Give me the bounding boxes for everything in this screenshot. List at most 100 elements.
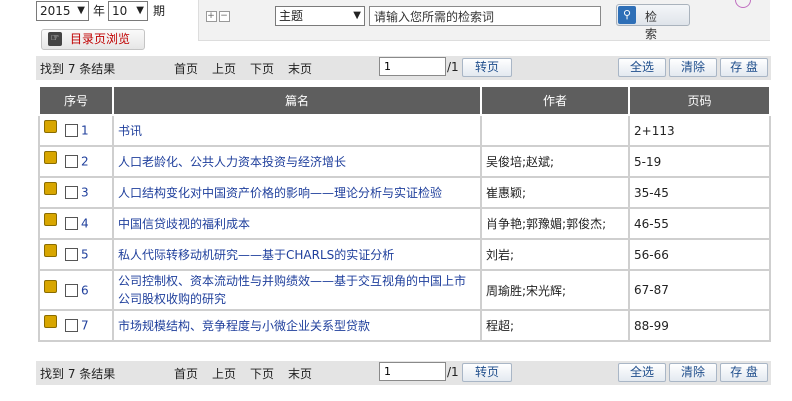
author-cell: 周瑜胜;宋光辉;: [480, 269, 630, 311]
author-cell: 吴俊培;赵斌;: [480, 145, 630, 178]
result-count: 找到 7 条结果: [40, 367, 116, 381]
row-checkbox[interactable]: [65, 319, 78, 333]
table-row: 4 中国信贷歧视的福利成本 肖争艳;郭豫媚;郭俊杰; 46-55: [38, 207, 771, 240]
clear-button[interactable]: 清除: [669, 58, 717, 77]
table-row: 7 市场规模结构、竞争程度与小微企业关系型贷款 程超; 88-99: [38, 309, 771, 342]
first-page-link[interactable]: 首页: [174, 60, 198, 77]
table-header-row: 序号 篇名 作者 页码: [38, 85, 771, 116]
search-field-value: 主题: [279, 9, 304, 23]
year-select-value: 2015: [40, 4, 71, 18]
page-input[interactable]: [379, 57, 446, 76]
pages-cell: 2+113: [628, 114, 771, 147]
row-number: 2: [81, 154, 89, 169]
article-title-link[interactable]: 市场规模结构、竞争程度与小微企业关系型贷款: [112, 309, 482, 342]
author-cell: 程超;: [480, 309, 630, 342]
row-checkbox[interactable]: [65, 186, 78, 200]
book-icon: [44, 244, 57, 258]
pages-cell: 56-66: [628, 238, 771, 271]
chevron-down-icon: ▼: [353, 10, 361, 21]
row-checkbox[interactable]: [65, 124, 78, 138]
row-number: 5: [81, 247, 89, 262]
pointing-hand-icon: ☞: [48, 32, 62, 46]
result-toolbar-top: 找到 7 条结果 首页 上页 下页 末页 /1 转页 全选 清除 存 盘: [36, 56, 771, 80]
pages-cell: 46-55: [628, 207, 771, 240]
header-author: 作者: [480, 85, 630, 116]
header-title: 篇名: [112, 85, 482, 116]
row-checkbox[interactable]: [65, 217, 78, 231]
save-button[interactable]: 存 盘: [720, 363, 768, 382]
book-icon: [44, 279, 57, 293]
article-title-link[interactable]: 公司控制权、资本流动性与并购绩效——基于交互视角的中国上市公司股权收购的研究: [112, 269, 482, 311]
pages-cell: 5-19: [628, 145, 771, 178]
author-cell: 崔惠颖;: [480, 176, 630, 209]
first-page-link[interactable]: 首页: [174, 365, 198, 382]
pages-cell: 88-99: [628, 309, 771, 342]
toc-browse-button[interactable]: ☞ 目录页浏览: [41, 29, 145, 50]
top-filter-area: 2015 ▼ 年 10 ▼ 期 +− 主题 ▼ ⚲ 检 索 ☞ 目录页浏览: [0, 0, 792, 56]
goto-page-button[interactable]: 转页: [462, 363, 512, 382]
book-icon: [44, 315, 57, 329]
row-index-cell: 6: [38, 269, 114, 311]
year-select[interactable]: 2015 ▼: [36, 1, 89, 21]
next-page-link[interactable]: 下页: [250, 60, 274, 77]
row-index-cell: 4: [38, 207, 114, 240]
article-title-link[interactable]: 人口结构变化对中国资产价格的影响——理论分析与实证检验: [112, 176, 482, 209]
table-row: 3 人口结构变化对中国资产价格的影响——理论分析与实证检验 崔惠颖; 35-45: [38, 176, 771, 209]
article-title-link[interactable]: 人口老龄化、公共人力资本投资与经济增长: [112, 145, 482, 178]
clear-button[interactable]: 清除: [669, 363, 717, 382]
chevron-down-icon: ▼: [136, 5, 144, 16]
table-row: 2 人口老龄化、公共人力资本投资与经济增长 吴俊培;赵斌; 5-19: [38, 145, 771, 178]
prev-page-link[interactable]: 上页: [212, 60, 236, 77]
row-index-cell: 7: [38, 309, 114, 342]
select-all-button[interactable]: 全选: [618, 363, 666, 382]
search-input[interactable]: [369, 6, 601, 26]
row-index-cell: 2: [38, 145, 114, 178]
minus-icon[interactable]: −: [219, 11, 230, 22]
search-button[interactable]: ⚲ 检 索: [616, 4, 690, 41]
article-title-link[interactable]: 书讯: [112, 114, 482, 147]
article-title-link[interactable]: 私人代际转移动机研究——基于CHARLS的实证分析: [112, 238, 482, 271]
row-index-cell: 1: [38, 114, 114, 147]
next-page-link[interactable]: 下页: [250, 365, 274, 382]
search-button-label: 检 索: [645, 10, 664, 41]
pages-cell: 35-45: [628, 176, 771, 209]
year-label: 年: [93, 4, 106, 18]
last-page-link[interactable]: 末页: [288, 365, 312, 382]
goto-page-button[interactable]: 转页: [462, 58, 512, 77]
row-number: 1: [81, 123, 89, 138]
row-checkbox[interactable]: [65, 155, 78, 169]
pages-cell: 67-87: [628, 269, 771, 311]
select-all-button[interactable]: 全选: [618, 58, 666, 77]
book-icon: [44, 182, 57, 196]
table-row: 5 私人代际转移动机研究——基于CHARLS的实证分析 刘岩; 56-66: [38, 238, 771, 271]
author-cell: 肖争艳;郭豫媚;郭俊杰;: [480, 207, 630, 240]
row-index-cell: 3: [38, 176, 114, 209]
expand-collapse-icons[interactable]: + −: [206, 10, 232, 22]
prev-page-link[interactable]: 上页: [212, 365, 236, 382]
result-toolbar-bottom: 找到 7 条结果 首页 上页 下页 末页 /1 转页 全选 清除 存 盘: [36, 361, 771, 385]
issue-select[interactable]: 10 ▼: [108, 1, 148, 21]
row-number: 6: [81, 283, 89, 298]
save-button[interactable]: 存 盘: [720, 58, 768, 77]
book-icon: [44, 213, 57, 227]
article-title-link[interactable]: 中国信贷歧视的福利成本: [112, 207, 482, 240]
row-number: 3: [81, 185, 89, 200]
page-total: /1: [447, 365, 459, 379]
page-input[interactable]: [379, 362, 446, 381]
search-field-select[interactable]: 主题 ▼: [275, 6, 365, 26]
row-number: 4: [81, 216, 89, 231]
toc-browse-label: 目录页浏览: [70, 32, 131, 46]
row-checkbox[interactable]: [65, 248, 78, 262]
magnifier-icon: ⚲: [618, 6, 636, 24]
last-page-link[interactable]: 末页: [288, 60, 312, 77]
page-total: /1: [447, 60, 459, 74]
chevron-down-icon: ▼: [77, 5, 85, 16]
table-row: 6 公司控制权、资本流动性与并购绩效——基于交互视角的中国上市公司股权收购的研究…: [38, 269, 771, 311]
result-count: 找到 7 条结果: [40, 62, 116, 76]
issue-select-value: 10: [112, 4, 128, 18]
book-icon: [44, 120, 57, 134]
row-number: 7: [81, 318, 89, 333]
plus-icon[interactable]: +: [206, 11, 217, 22]
row-checkbox[interactable]: [65, 283, 78, 297]
results-table: 序号 篇名 作者 页码 1 书讯 2+113 2 人口老龄化、公共人力资本投资与…: [38, 85, 771, 342]
